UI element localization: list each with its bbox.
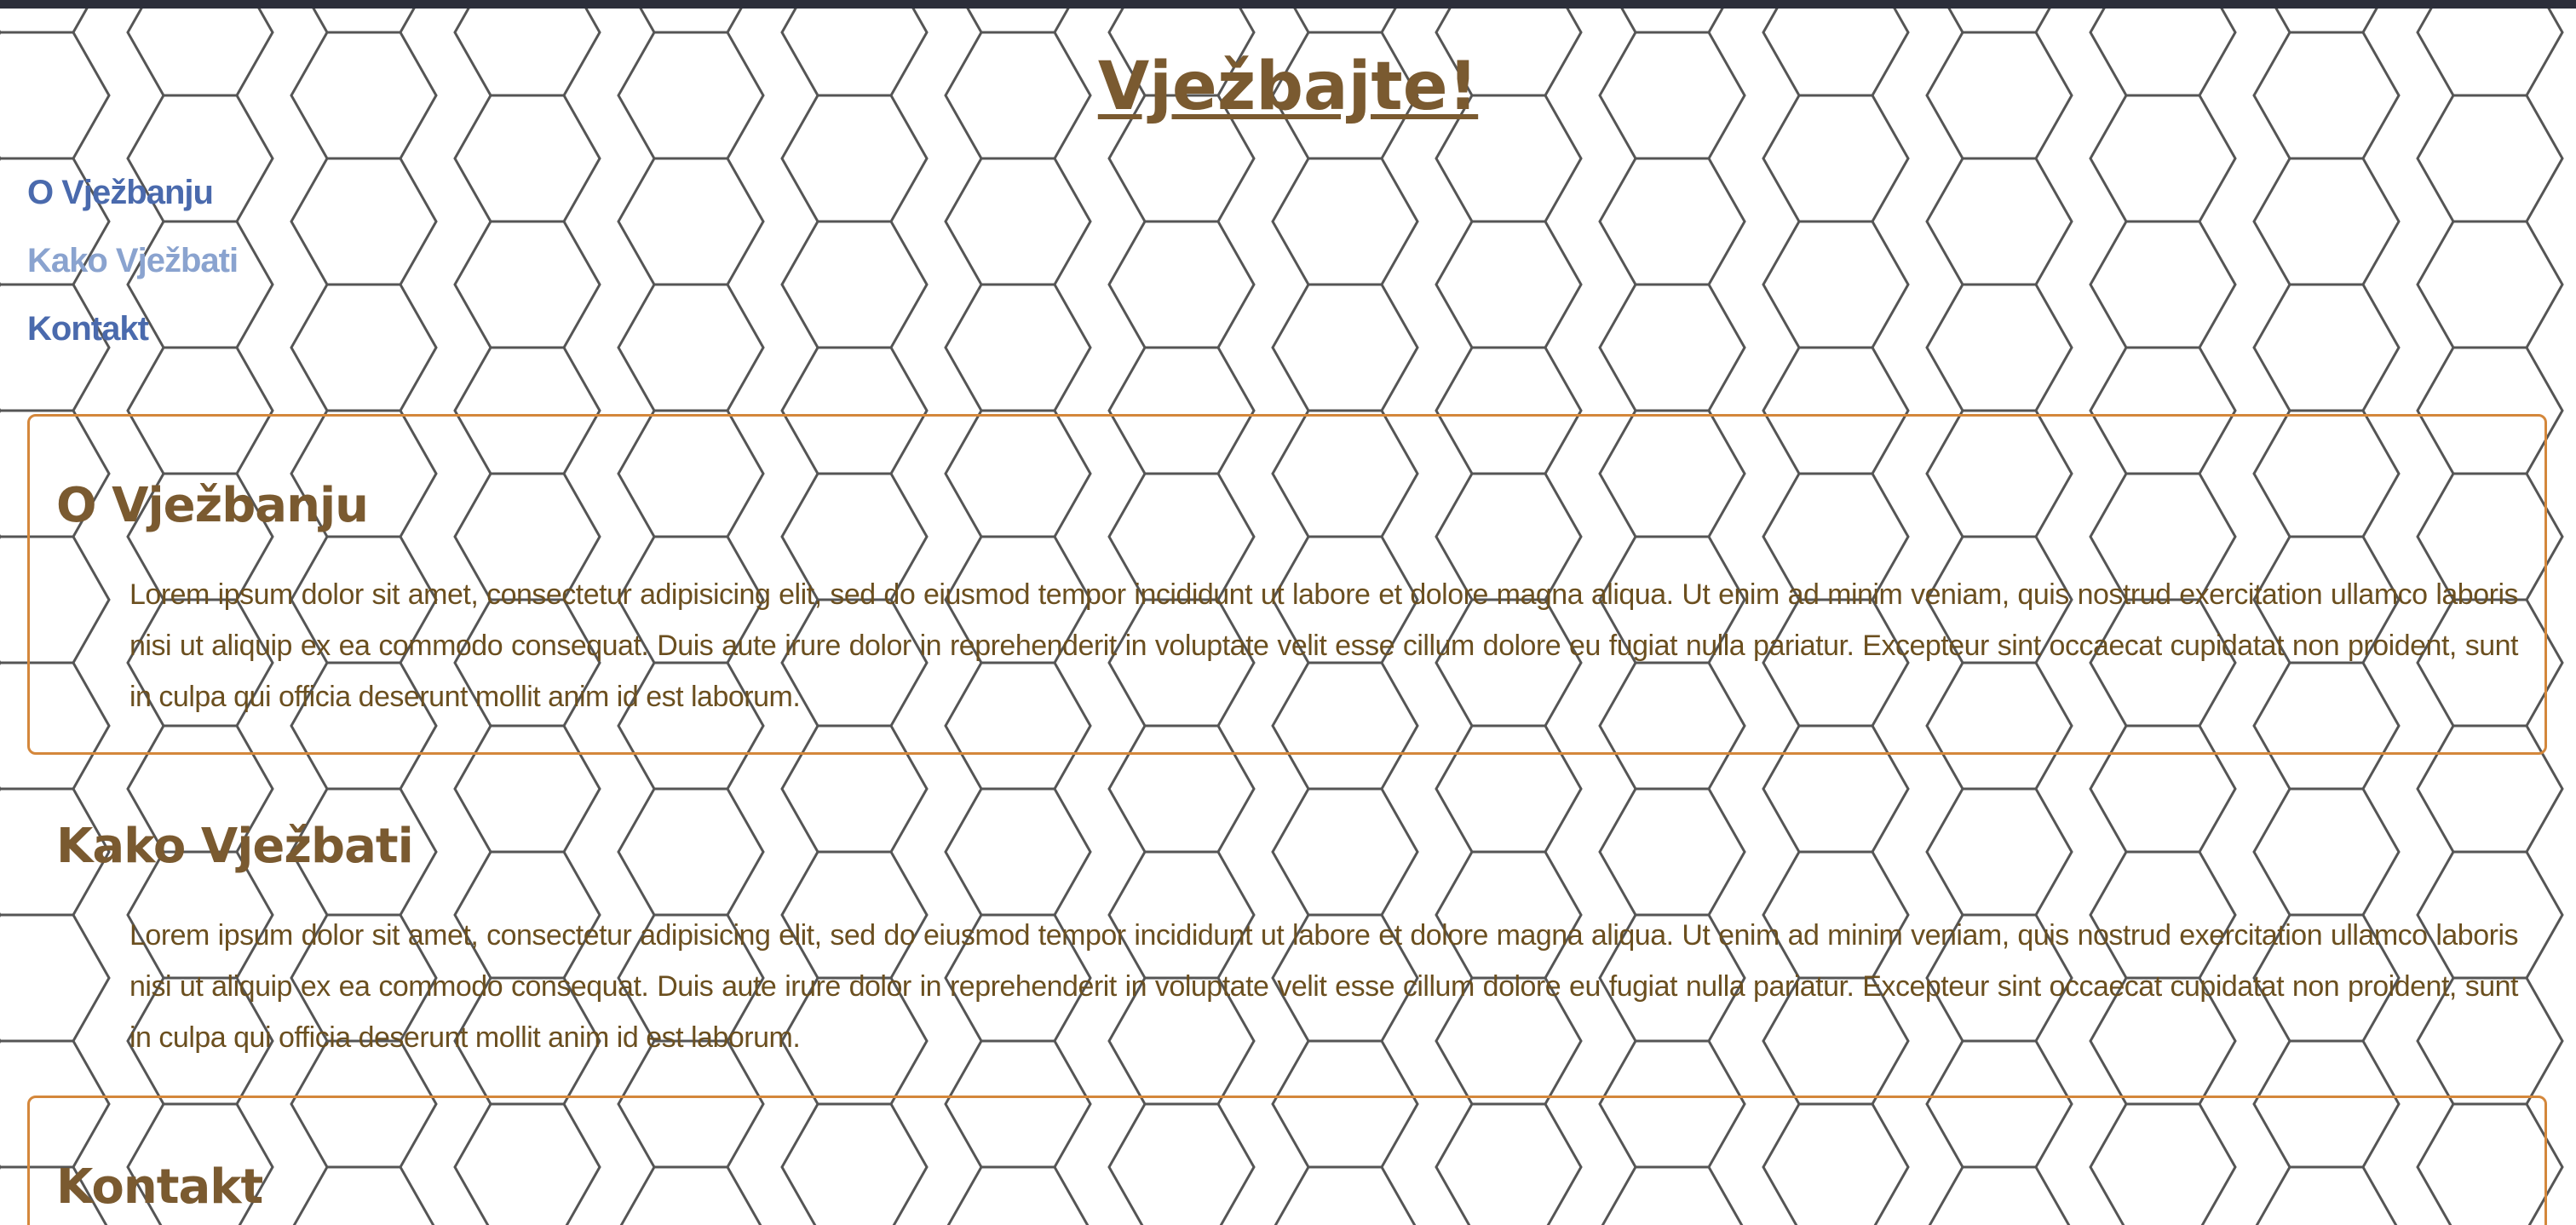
- section-body-about: Lorem ipsum dolor sit amet, consectetur …: [129, 578, 2519, 713]
- section-heading-contact: Kontakt: [56, 1159, 263, 1215]
- section-body-how: Lorem ipsum dolor sit amet, consectetur …: [129, 919, 2519, 1054]
- section-text-layer: O Vježbanju Lorem ipsum dolor sit amet, …: [0, 0, 2576, 1225]
- section-heading-about: O Vježbanju: [56, 478, 369, 533]
- top-bar: [0, 0, 2576, 9]
- section-heading-how: Kako Vježbati: [56, 819, 414, 874]
